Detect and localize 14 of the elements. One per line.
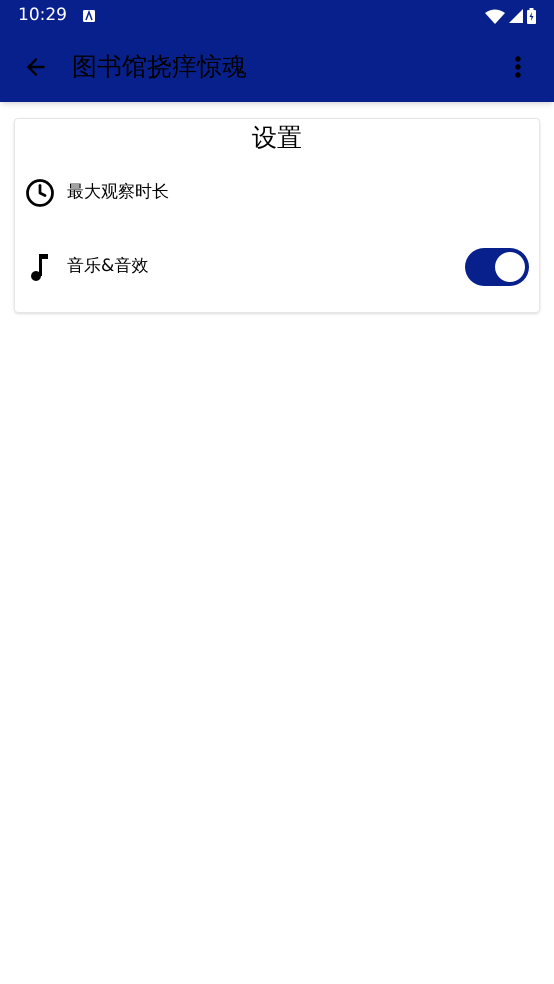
setting-label: 最大观察时长: [67, 181, 170, 204]
battery-icon: [527, 8, 536, 24]
app-title: 图书馆挠痒惊魂: [72, 51, 248, 84]
card-title: 设置: [252, 122, 302, 154]
setting-label: 音乐&音效: [67, 255, 150, 278]
notification-icon: [83, 10, 95, 22]
clock-icon: [25, 178, 55, 208]
status-time: 10:29: [18, 4, 67, 28]
wifi-icon: [485, 8, 505, 24]
more-icon: [515, 56, 521, 78]
signal-icon: [509, 9, 523, 23]
setting-row[interactable]: 最大观察时长: [15, 156, 539, 230]
toggle-switch[interactable]: [465, 248, 529, 286]
setting-row[interactable]: 音乐&音效: [15, 230, 539, 304]
